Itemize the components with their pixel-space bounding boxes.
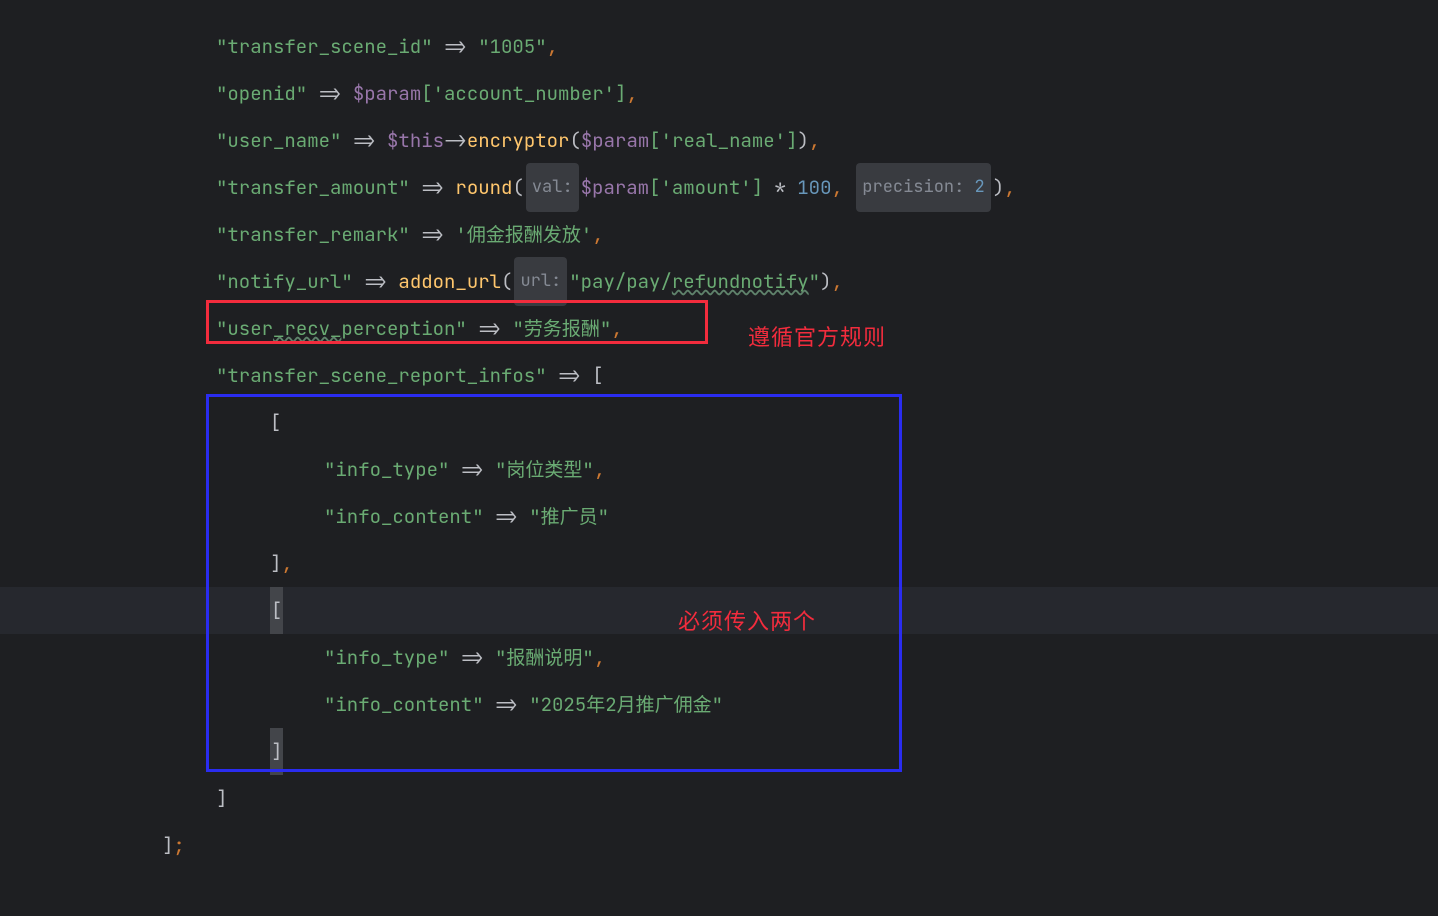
string-value: "推广员" <box>529 493 609 540</box>
array-key: "transfer_scene_id" <box>216 23 433 70</box>
code-line[interactable]: ] <box>0 775 1438 822</box>
code-line[interactable]: "transfer_remark" => '佣金报酬发放', <box>0 211 1438 258</box>
code-line[interactable]: "notify_url" => addon_url(url:"pay/pay/r… <box>0 258 1438 305</box>
open-bracket-matched: [ <box>270 587 283 634</box>
variable: $this <box>387 117 444 164</box>
variable: $param <box>581 117 649 164</box>
comma: , <box>592 211 603 258</box>
array-key: "transfer_scene_report_infos" <box>216 352 547 399</box>
open-bracket: [ <box>592 352 603 399</box>
array-key: "transfer_amount" <box>216 164 410 211</box>
fat-arrow: => <box>307 70 353 117</box>
number-literal: 100 <box>797 164 831 211</box>
array-key: "info_type" <box>324 446 449 493</box>
array-key: "user_name" <box>216 117 341 164</box>
array-key: "user <box>216 305 273 352</box>
typo-underline: _recv_ <box>273 305 341 352</box>
string-value: "pay/pay/ <box>569 258 672 305</box>
comma: , <box>547 23 558 70</box>
close-paren: ) <box>820 258 831 305</box>
array-index: ['amount'] <box>649 164 763 211</box>
comma: , <box>594 634 605 681</box>
variable: $param <box>353 70 421 117</box>
number-literal: 2 <box>975 176 985 198</box>
code-line[interactable]: "info_type" => "岗位类型", <box>0 446 1438 493</box>
string-value: "1005" <box>478 23 546 70</box>
fat-arrow: => <box>410 211 456 258</box>
comma: , <box>831 258 842 305</box>
code-line[interactable]: "transfer_scene_id" => "1005", <box>0 23 1438 70</box>
parameter-hint: precision: 2 <box>856 163 990 212</box>
operator: * <box>763 164 797 211</box>
fat-arrow: => <box>410 164 456 211</box>
fat-arrow: => <box>341 117 387 164</box>
string-value: "报酬说明" <box>495 634 594 681</box>
array-key: "transfer_remark" <box>216 211 410 258</box>
comma: , <box>831 164 854 211</box>
array-index: ['real_name'] <box>649 117 797 164</box>
code-line[interactable]: "transfer_amount" => round(val:$param['a… <box>0 164 1438 211</box>
fat-arrow: => <box>484 681 530 728</box>
comma: , <box>611 305 622 352</box>
array-index: ['account_number'] <box>421 70 626 117</box>
close-bracket: ] <box>216 775 227 822</box>
open-bracket: [ <box>270 399 281 446</box>
method-call: encryptor <box>467 117 570 164</box>
close-bracket-matched: ] <box>270 728 283 775</box>
string-link: refundnotify <box>672 258 809 305</box>
comma: , <box>1004 164 1015 211</box>
annotation-text-blue: 必须传入两个 <box>678 598 816 645</box>
array-key: "notify_url" <box>216 258 353 305</box>
close-paren: ) <box>993 164 1004 211</box>
string-value: "岗位类型" <box>495 446 594 493</box>
variable: $param <box>581 164 649 211</box>
code-line[interactable]: "user_recv_perception" => "劳务报酬", <box>0 305 1438 352</box>
fat-arrow: => <box>449 634 495 681</box>
close-paren: ) <box>797 117 808 164</box>
open-paren: ( <box>512 164 523 211</box>
close-bracket: ] <box>270 540 281 587</box>
fat-arrow: => <box>547 352 593 399</box>
object-arrow: -> <box>444 117 467 164</box>
annotation-text-red: 遵循官方规则 <box>748 314 886 361</box>
code-line[interactable]: [ <box>0 399 1438 446</box>
comma: , <box>809 117 820 164</box>
function-call: addon_url <box>398 258 501 305</box>
fat-arrow: => <box>449 446 495 493</box>
parameter-hint: url: <box>514 257 567 306</box>
code-line[interactable]: "openid" => $param['account_number'], <box>0 70 1438 117</box>
semicolon: ; <box>173 822 184 869</box>
string-value: "2025年2月推广佣金" <box>529 681 723 728</box>
fat-arrow: => <box>353 258 399 305</box>
function-call: round <box>455 164 512 211</box>
fat-arrow: => <box>484 493 530 540</box>
parameter-hint: val: <box>526 163 579 212</box>
close-bracket: ] <box>162 822 173 869</box>
fat-arrow: => <box>433 23 479 70</box>
open-paren: ( <box>569 117 580 164</box>
comma: , <box>281 540 292 587</box>
string-value: " <box>809 258 820 305</box>
comma: , <box>626 70 637 117</box>
open-paren: ( <box>501 258 512 305</box>
array-key: perception" <box>341 305 466 352</box>
code-line[interactable]: "transfer_scene_report_infos" => [ <box>0 352 1438 399</box>
code-line[interactable]: ] <box>0 728 1438 775</box>
code-line[interactable]: "info_content" => "推广员" <box>0 493 1438 540</box>
string-value: "劳务报酬" <box>512 305 611 352</box>
code-line[interactable]: "user_name" => $this->encryptor($param['… <box>0 117 1438 164</box>
code-line[interactable]: ], <box>0 540 1438 587</box>
comma: , <box>594 446 605 493</box>
array-key: "openid" <box>216 70 307 117</box>
fat-arrow: => <box>467 305 513 352</box>
array-key: "info_type" <box>324 634 449 681</box>
string-value: '佣金报酬发放' <box>455 211 592 258</box>
code-line[interactable]: "info_content" => "2025年2月推广佣金" <box>0 681 1438 728</box>
code-editor[interactable]: "transfer_scene_id" => "1005", "openid" … <box>0 0 1438 869</box>
array-key: "info_content" <box>324 681 484 728</box>
code-line[interactable]: ]; <box>0 822 1438 869</box>
array-key: "info_content" <box>324 493 484 540</box>
